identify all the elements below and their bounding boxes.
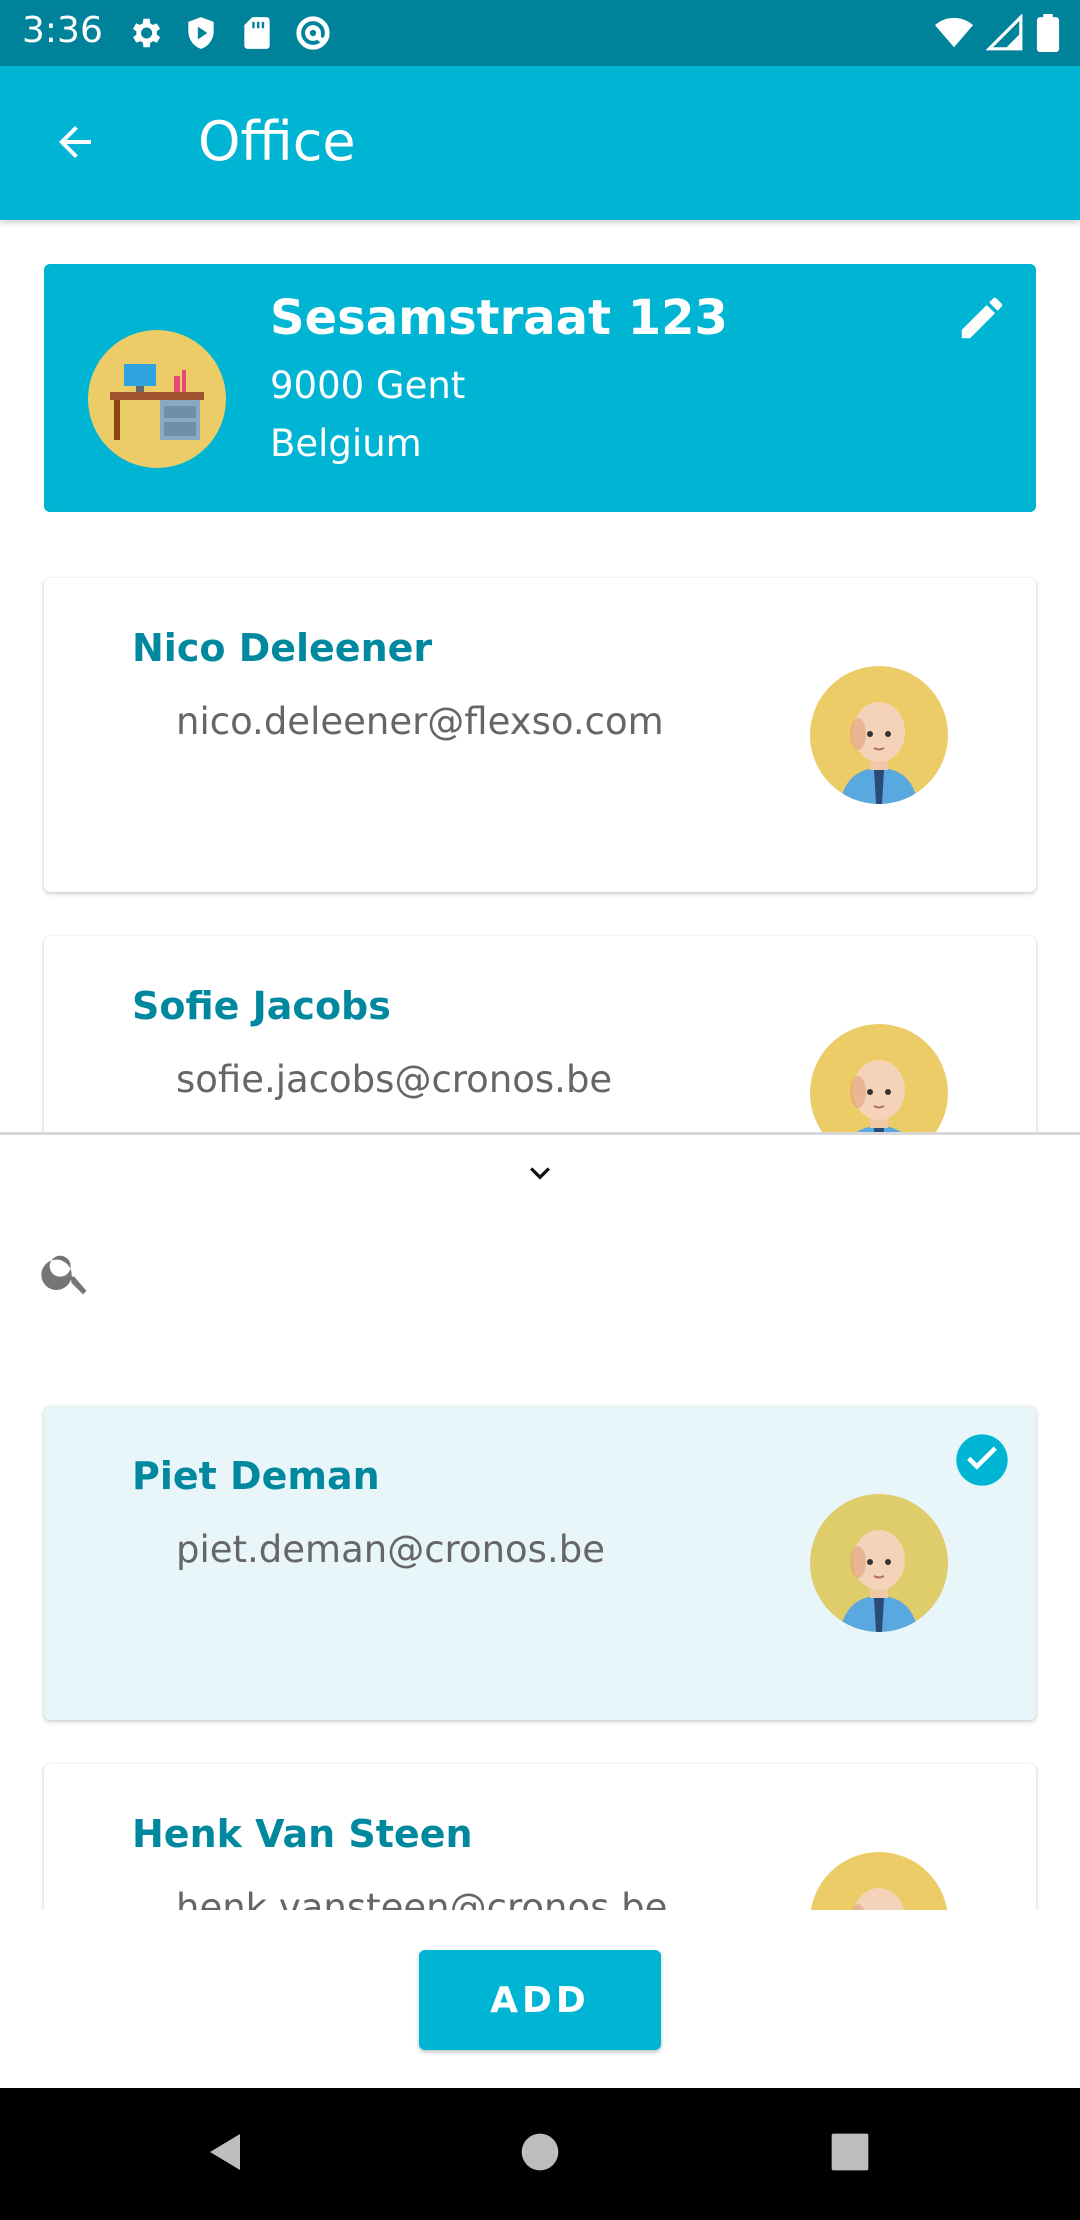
wifi-icon	[934, 14, 974, 52]
status-bar: 3:36	[0, 0, 1080, 66]
signal-icon	[986, 14, 1024, 52]
back-button[interactable]	[40, 114, 110, 174]
person-email: nico.deleener@flexso.com	[176, 700, 664, 743]
check-circle-icon[interactable]	[954, 1432, 1010, 1488]
sd-card-icon	[238, 14, 276, 52]
back-triangle-icon	[202, 2128, 250, 2181]
battery-icon	[1036, 14, 1060, 52]
nav-home-button[interactable]	[510, 2124, 570, 2184]
list-item[interactable]: Nico Deleener nico.deleener@flexso.com	[44, 578, 1036, 892]
pencil-icon	[955, 291, 1009, 350]
avatar	[810, 1494, 948, 1632]
office-country: Belgium	[270, 422, 422, 465]
list-item[interactable]: Henk Van Steen henk.vansteen@cronos.be	[44, 1764, 1036, 1910]
arrow-left-icon	[51, 118, 99, 171]
search-input[interactable]	[120, 1244, 1040, 1304]
status-icons-right	[934, 14, 1060, 52]
nav-back-button[interactable]	[196, 2124, 256, 2184]
status-icons-left	[126, 14, 332, 52]
nav-recents-button[interactable]	[820, 2124, 880, 2184]
avatar	[810, 666, 948, 804]
person-name: Henk Van Steen	[132, 1812, 473, 1856]
person-name: Piet Deman	[132, 1454, 380, 1498]
search-icon	[38, 1244, 98, 1304]
avatar	[810, 1852, 948, 1910]
app-bar: Office	[0, 66, 1080, 220]
chevron-down-icon	[520, 1153, 560, 1198]
at-sign-icon	[294, 14, 332, 52]
person-name: Sofie Jacobs	[132, 984, 391, 1028]
collapse-sheet-button[interactable]	[510, 1150, 570, 1200]
recents-square-icon	[828, 2130, 872, 2179]
office-desk-icon	[88, 330, 226, 468]
settings-icon	[126, 14, 164, 52]
people-picker-list[interactable]: Piet Deman piet.deman@cronos.be Henk Van…	[0, 1396, 1080, 1910]
avatar	[810, 1024, 948, 1132]
search-row	[30, 1240, 1050, 1310]
status-time: 3:36	[22, 10, 103, 51]
sheet-divider	[0, 1132, 1080, 1135]
edit-office-button[interactable]	[952, 290, 1012, 350]
person-name: Nico Deleener	[132, 626, 433, 670]
person-email: sofie.jacobs@cronos.be	[176, 1058, 613, 1101]
office-card: Sesamstraat 123 9000 Gent Belgium	[44, 264, 1036, 512]
office-city: 9000 Gent	[270, 364, 466, 407]
list-item[interactable]: Piet Deman piet.deman@cronos.be	[44, 1406, 1036, 1720]
assigned-people-list[interactable]: Nico Deleener nico.deleener@flexso.com S…	[0, 540, 1080, 1132]
shield-play-icon	[182, 14, 220, 52]
add-button[interactable]: ADD	[419, 1950, 661, 2050]
office-street: Sesamstraat 123	[270, 290, 728, 346]
list-item[interactable]: Sofie Jacobs sofie.jacobs@cronos.be	[44, 936, 1036, 1132]
person-email: piet.deman@cronos.be	[176, 1528, 605, 1571]
page-title: Office	[198, 110, 356, 173]
home-circle-icon	[518, 2130, 562, 2179]
person-email: henk.vansteen@cronos.be	[176, 1886, 668, 1910]
nav-bar	[0, 2088, 1080, 2220]
